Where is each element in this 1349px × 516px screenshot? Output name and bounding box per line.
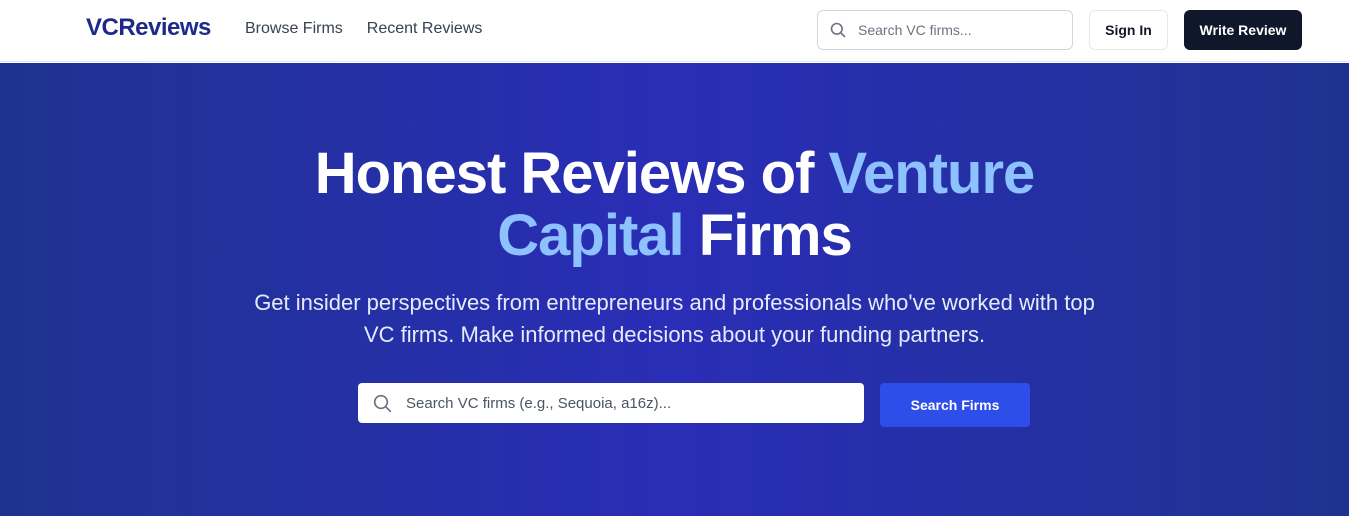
nav-search-box[interactable] [817, 10, 1073, 50]
hero-title-accent1: Venture [828, 141, 1036, 206]
nav-link-recent-reviews[interactable]: Recent Reviews [367, 20, 483, 38]
nav-search-input[interactable] [858, 11, 1072, 49]
search-icon [358, 394, 406, 413]
sign-in-button[interactable]: Sign In [1089, 10, 1168, 50]
hero-search-input[interactable] [406, 383, 864, 423]
hero-subtitle: Get insider perspectives from entreprene… [0, 287, 1349, 351]
top-navbar: VCReviews Browse Firms Recent Reviews Si… [0, 0, 1349, 62]
search-icon [818, 22, 858, 38]
search-firms-button[interactable]: Search Firms [880, 383, 1030, 427]
nav-links: Browse Firms Recent Reviews [245, 20, 482, 38]
hero-title-accent2: Capital [497, 203, 684, 268]
hero-title: Honest Reviews of Venture Capital Firms [0, 143, 1349, 267]
hero-subtitle-line1: Get insider perspectives from entreprene… [254, 290, 1095, 315]
hero-title-part2: Firms [683, 203, 853, 268]
hero-section: Honest Reviews of Venture Capital Firms … [0, 63, 1349, 516]
hero-subtitle-line2: VC firms. Make informed decisions about … [363, 322, 986, 347]
brand-logo[interactable]: VCReviews [86, 14, 211, 42]
write-review-button[interactable]: Write Review [1184, 10, 1302, 50]
hero-search-box[interactable] [358, 383, 864, 423]
nav-link-browse-firms[interactable]: Browse Firms [245, 20, 343, 38]
hero-title-part1: Honest Reviews of [314, 141, 829, 206]
